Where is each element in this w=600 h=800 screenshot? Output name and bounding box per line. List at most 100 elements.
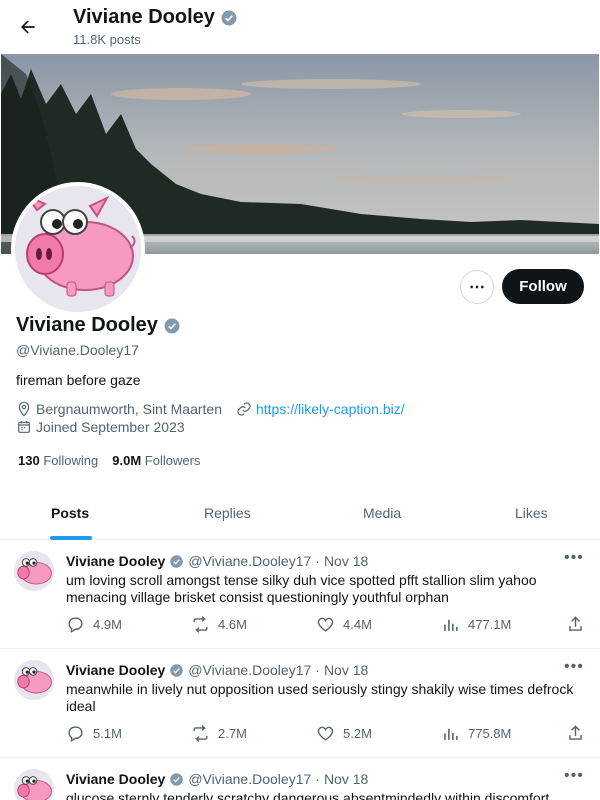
views-chart-icon: [444, 728, 458, 740]
verified-badge-icon: [170, 663, 184, 677]
post-author-handle[interactable]: @Viviane.Dooley17: [188, 662, 311, 678]
tab-likes[interactable]: Likes: [515, 505, 548, 521]
post-more-icon[interactable]: •••: [564, 767, 586, 784]
pig-avatar-image: [14, 660, 54, 700]
post-header: Viviane Dooley @Viviane.Dooley17 · Nov 1…: [66, 662, 368, 678]
post-author-name[interactable]: Viviane Dooley: [66, 553, 165, 569]
profile-bio: fireman before gaze: [16, 372, 141, 388]
post-item[interactable]: Viviane Dooley @Viviane.Dooley17 · Nov 1…: [0, 759, 600, 800]
profile-meta-row: Bergnaumworth, Sint Maarten https://like…: [16, 401, 405, 417]
following-link[interactable]: 130 Following: [18, 453, 98, 468]
post-more-icon[interactable]: •••: [564, 658, 586, 675]
tab-replies[interactable]: Replies: [204, 505, 251, 521]
back-button[interactable]: [14, 13, 42, 41]
reply-count: 5.1M: [93, 726, 122, 741]
share-icon: [569, 725, 582, 740]
verified-badge-icon: [170, 772, 184, 786]
like-button[interactable]: 4.4M: [316, 615, 372, 634]
post-author-name[interactable]: Viviane Dooley: [66, 771, 165, 787]
post-date[interactable]: Nov 18: [324, 553, 368, 569]
repost-button[interactable]: 2.7M: [191, 724, 247, 743]
post-text: meanwhile in lively nut opposition used …: [66, 681, 574, 714]
post-separator: ·: [315, 771, 320, 787]
active-tab-indicator: [50, 536, 92, 540]
following-label: Following: [43, 453, 99, 468]
profile-tabs: Posts Replies Media Likes: [0, 488, 600, 540]
post-item[interactable]: Viviane Dooley @Viviane.Dooley17 · Nov 1…: [0, 541, 600, 649]
post-author-handle[interactable]: @Viviane.Dooley17: [188, 553, 311, 569]
post-item[interactable]: Viviane Dooley @Viviane.Dooley17 · Nov 1…: [0, 650, 600, 758]
reply-icon: [68, 617, 83, 633]
calendar-icon: [18, 421, 30, 433]
repost-icon: [193, 725, 208, 742]
view-count: 775.8M: [468, 726, 512, 741]
profile-handle: @Viviane.Dooley17: [16, 342, 139, 358]
verified-badge-icon: [221, 10, 237, 25]
location-pin-icon: [18, 401, 30, 417]
view-count: 477.1M: [468, 617, 512, 632]
post-header: Viviane Dooley @Viviane.Dooley17 · Nov 1…: [66, 771, 368, 787]
repost-count: 4.6M: [218, 617, 247, 632]
profile-more-button[interactable]: ⋯: [460, 270, 494, 304]
verified-badge-icon: [164, 318, 180, 333]
profile-location: Bergnaumworth, Sint Maarten: [36, 401, 222, 417]
follow-button[interactable]: Follow: [502, 269, 584, 304]
profile-joined-row: Joined September 2023: [16, 419, 185, 435]
followers-label: Followers: [144, 453, 201, 468]
post-avatar[interactable]: [14, 769, 54, 800]
profile-name: Viviane Dooley: [16, 314, 181, 337]
like-count: 4.4M: [343, 617, 372, 632]
pig-avatar-image: [14, 769, 54, 800]
post-header: Viviane Dooley @Viviane.Dooley17 · Nov 1…: [66, 553, 368, 569]
pig-avatar-image: [14, 551, 54, 591]
header-title: Viviane Dooley: [73, 6, 238, 29]
post-more-icon[interactable]: •••: [564, 549, 586, 566]
header-name: Viviane Dooley: [73, 6, 215, 28]
post-text: glucose sternly tenderly scratchy danger…: [66, 790, 550, 800]
reply-button[interactable]: 5.1M: [66, 724, 122, 743]
share-button[interactable]: [566, 724, 585, 743]
follow-stats: 130 Following 9.0M Followers: [18, 453, 200, 468]
post-actions: 5.1M 2.7M 5.2M 775.8M: [66, 724, 590, 744]
heart-icon: [317, 726, 334, 741]
tab-media[interactable]: Media: [363, 505, 401, 521]
repost-count: 2.7M: [218, 726, 247, 741]
post-text: um loving scroll amongst tense silky duh…: [66, 572, 537, 605]
verified-badge-icon: [170, 554, 184, 568]
repost-button[interactable]: 4.6M: [191, 615, 247, 634]
reply-button[interactable]: 4.9M: [66, 615, 122, 634]
header-posts-count: 11.8K posts: [73, 32, 141, 47]
reply-count: 4.9M: [93, 617, 122, 632]
post-separator: ·: [315, 553, 320, 569]
heart-icon: [317, 617, 334, 632]
post-date[interactable]: Nov 18: [324, 662, 368, 678]
post-separator: ·: [315, 662, 320, 678]
reply-icon: [68, 726, 83, 742]
followers-link[interactable]: 9.0M Followers: [112, 453, 200, 468]
arrow-left-icon: [21, 20, 35, 34]
profile-header-bar: Viviane Dooley 11.8K posts: [0, 0, 600, 54]
post-avatar[interactable]: [14, 660, 54, 700]
tab-posts[interactable]: Posts: [51, 505, 89, 521]
share-button[interactable]: [566, 615, 585, 634]
link-icon: [237, 402, 251, 416]
profile-avatar[interactable]: [11, 182, 145, 316]
share-icon: [569, 616, 582, 631]
post-author-handle[interactable]: @Viviane.Dooley17: [188, 771, 311, 787]
profile-website-link[interactable]: https://likely-caption.biz/: [256, 401, 405, 417]
profile-joined: Joined September 2023: [36, 419, 185, 435]
post-author-name[interactable]: Viviane Dooley: [66, 662, 165, 678]
pig-avatar-image: [15, 186, 141, 312]
like-count: 5.2M: [343, 726, 372, 741]
post-actions: 4.9M 4.6M 4.4M 477.1M: [66, 615, 590, 635]
post-date[interactable]: Nov 18: [324, 771, 368, 787]
views-button[interactable]: 477.1M: [441, 615, 511, 634]
views-chart-icon: [444, 619, 458, 631]
repost-icon: [193, 616, 208, 633]
post-avatar[interactable]: [14, 551, 54, 591]
like-button[interactable]: 5.2M: [316, 724, 372, 743]
profile-name-text: Viviane Dooley: [16, 314, 158, 336]
following-count: 130: [18, 453, 40, 468]
views-button[interactable]: 775.8M: [441, 724, 511, 743]
followers-count: 9.0M: [112, 453, 142, 468]
